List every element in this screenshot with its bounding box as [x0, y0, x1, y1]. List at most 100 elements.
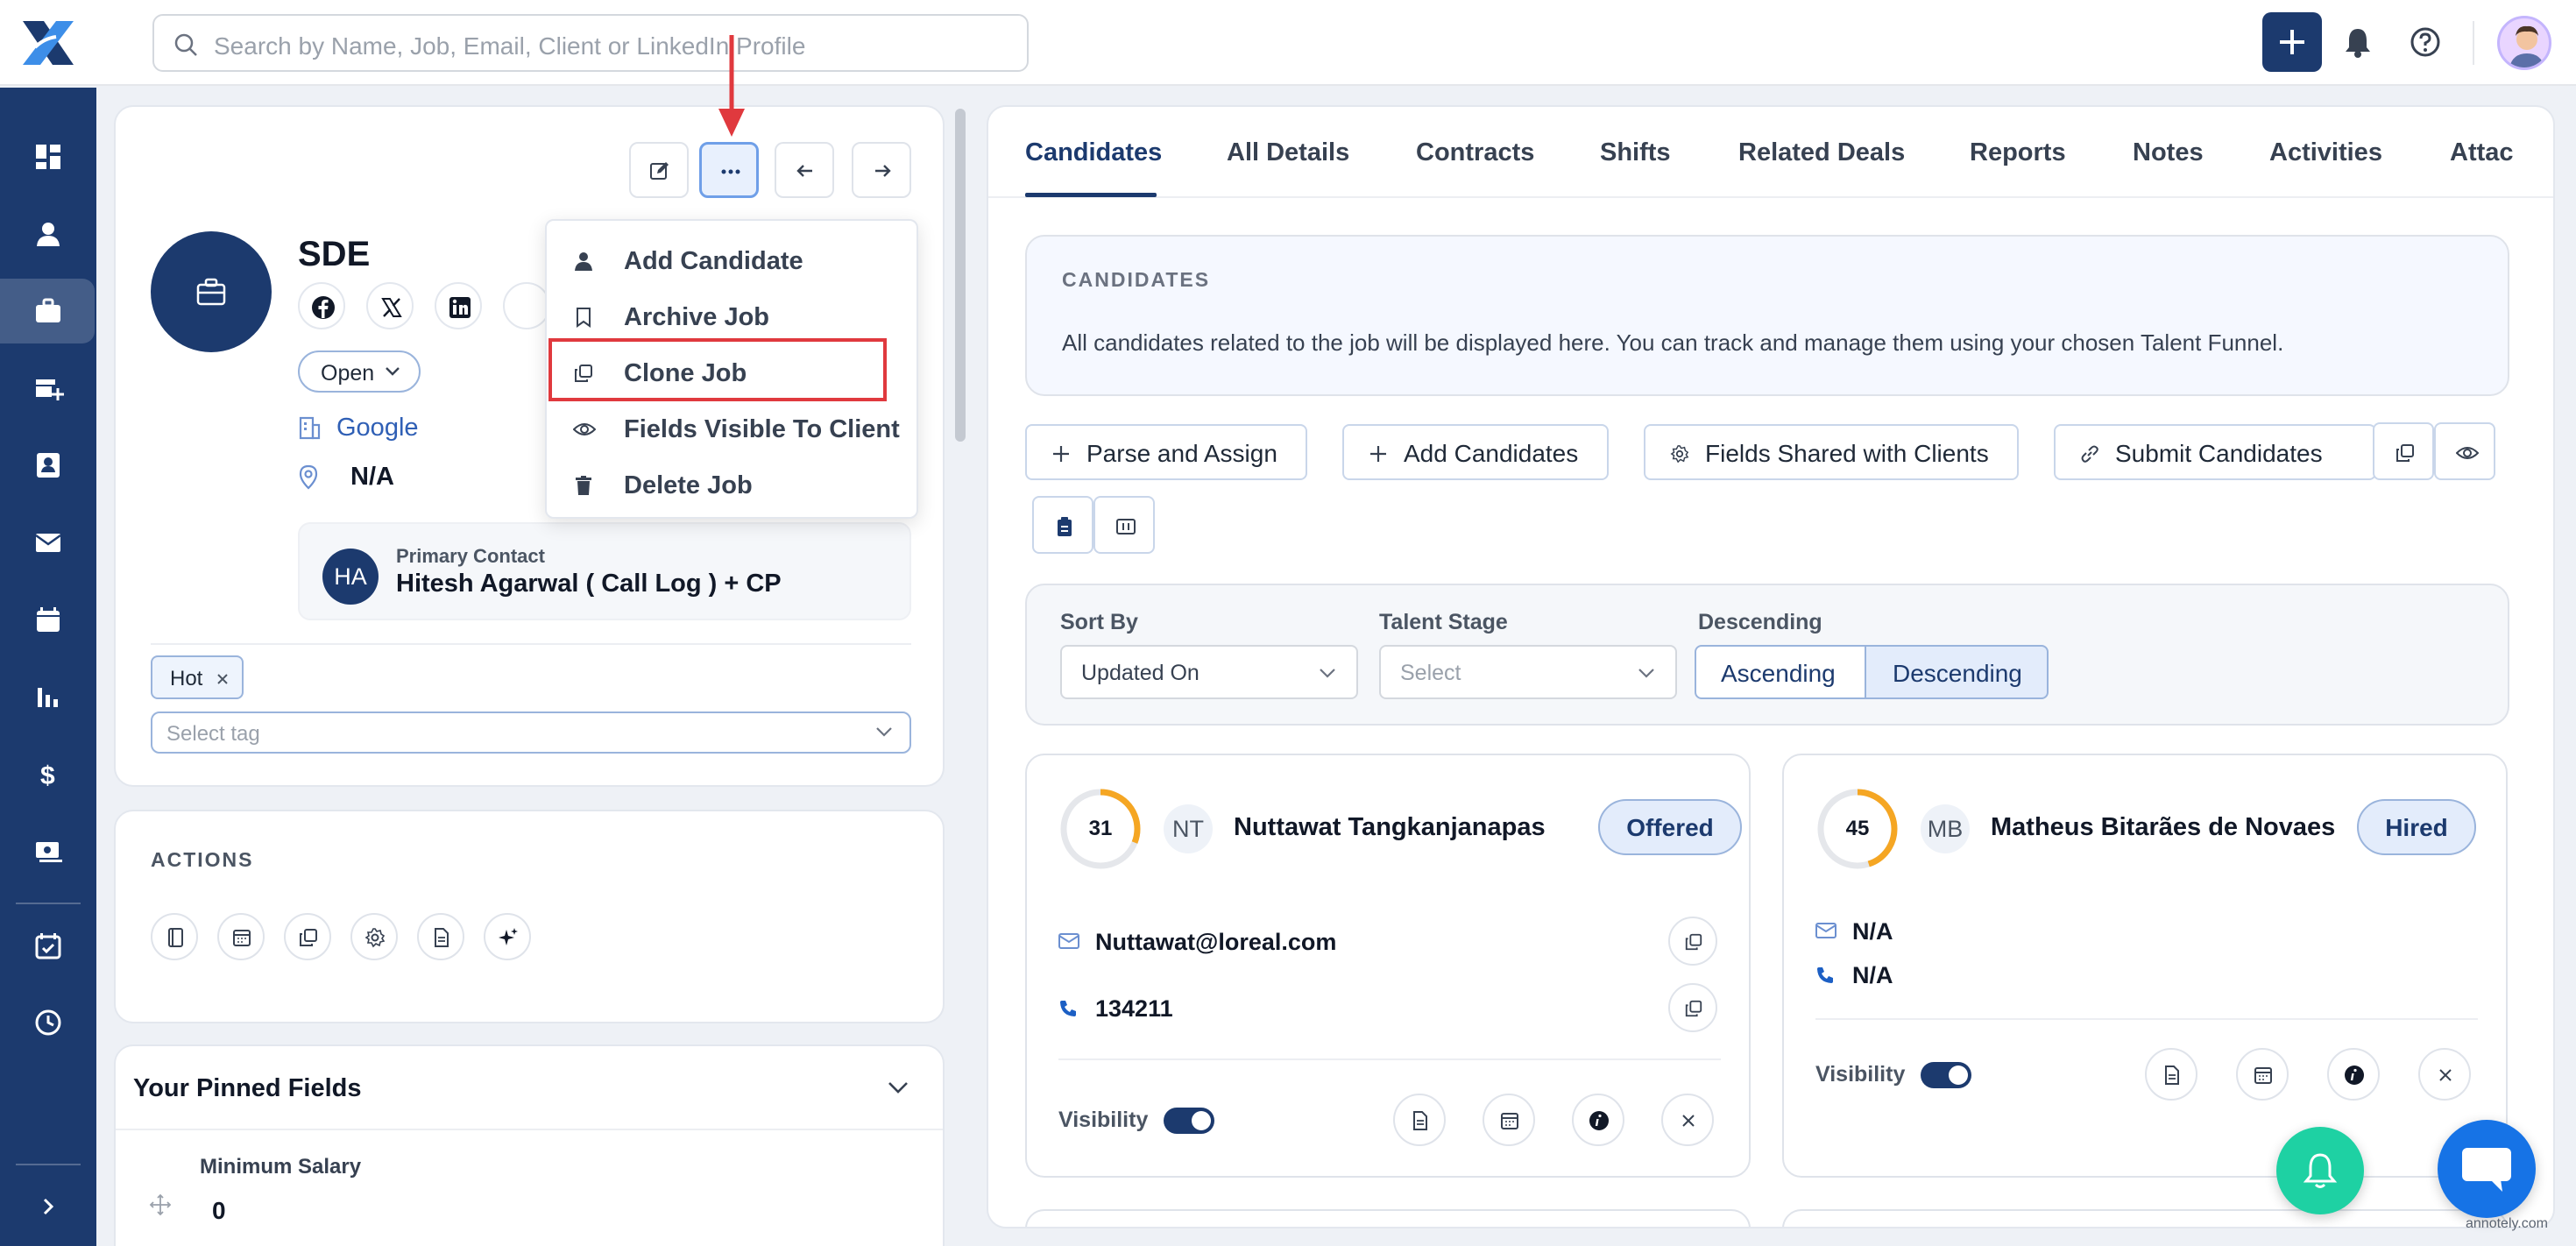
candidate-schedule-button[interactable] [1483, 1094, 1535, 1146]
add-candidates-button[interactable]: Add Candidates [1342, 424, 1609, 480]
action-document-button[interactable] [417, 913, 464, 960]
job-status-value: Open [321, 361, 375, 386]
candidate-document-button[interactable] [2145, 1048, 2197, 1101]
view-candidates-button[interactable] [2434, 422, 2495, 480]
fields-shared-with-clients-button[interactable]: Fields Shared with Clients [1644, 424, 2019, 480]
action-notebook-button[interactable] [151, 913, 198, 960]
candidate-score: 31 [1088, 817, 1113, 840]
tab-reports[interactable]: Reports [1970, 138, 2066, 167]
sidebar-item-deals[interactable] [12, 356, 84, 421]
candidate-status-badge[interactable]: Offered [1598, 799, 1742, 855]
primary-contact-card[interactable]: HA Primary Contact Hitesh Agarwal ( Call… [298, 522, 911, 620]
facebook-link[interactable] [298, 282, 345, 329]
sidebar-item-payments[interactable] [12, 818, 84, 883]
candidate-email[interactable]: Nuttawat@loreal.com [1095, 929, 1336, 956]
action-calendar-button[interactable] [217, 913, 265, 960]
sidebar-item-billing[interactable]: $ [12, 741, 84, 806]
primary-contact-name[interactable]: Hitesh Agarwal ( Call Log ) + CP [396, 570, 782, 598]
linkedin-link[interactable] [435, 282, 482, 329]
candidate-info-button[interactable] [1572, 1094, 1624, 1146]
candidate-card[interactable]: 45 MB Matheus Bitarães de Novaes Hired N… [1782, 754, 2508, 1178]
candidate-remove-button[interactable] [2418, 1048, 2471, 1101]
tab-activities[interactable]: Activities [2269, 138, 2382, 167]
candidate-name[interactable]: Matheus Bitarães de Novaes [1991, 813, 2335, 842]
drag-handle-icon[interactable] [149, 1193, 172, 1216]
left-column-scrollbar[interactable] [955, 109, 966, 442]
sidebar-item-candidates[interactable] [12, 433, 84, 498]
candidate-status-badge[interactable]: Hired [2357, 799, 2476, 855]
sidebar-item-dashboard[interactable] [12, 124, 84, 189]
sidebar-item-contacts[interactable] [12, 202, 84, 266]
tab-related-deals[interactable]: Related Deals [1738, 138, 1905, 167]
candidate-card[interactable] [1782, 1209, 2508, 1227]
talent-stage-select[interactable]: Select [1379, 645, 1677, 699]
visibility-toggle[interactable] [1921, 1062, 1971, 1088]
copy-candidates-button[interactable] [2373, 422, 2434, 480]
job-company-name[interactable]: Google [336, 414, 419, 442]
tab-shifts[interactable]: Shifts [1600, 138, 1671, 167]
action-settings-button[interactable] [350, 913, 398, 960]
tab-notes[interactable]: Notes [2133, 138, 2204, 167]
tag-select-input[interactable]: Select tag [151, 711, 911, 754]
action-ai-sparkle-button[interactable] [484, 913, 531, 960]
menu-item-archive-job[interactable]: Archive Job [547, 291, 916, 343]
visibility-toggle[interactable] [1164, 1108, 1214, 1134]
candidate-card[interactable]: 31 NT Nuttawat Tangkanjanapas Offered Nu… [1025, 754, 1751, 1178]
menu-item-label: Add Candidate [624, 247, 803, 275]
copy-phone-button[interactable] [1668, 983, 1717, 1032]
parse-and-assign-button[interactable]: Parse and Assign [1025, 424, 1307, 480]
sidebar-item-tasks[interactable] [12, 913, 84, 978]
list-view-button[interactable] [1032, 496, 1093, 554]
candidate-schedule-button[interactable] [2236, 1048, 2289, 1101]
tab-attachments[interactable]: Attac [2450, 138, 2514, 167]
sidebar-item-email[interactable] [12, 510, 84, 575]
menu-item-add-candidate[interactable]: Add Candidate [547, 235, 916, 287]
tab-all-details[interactable]: All Details [1227, 138, 1349, 167]
annotely-watermark: annotely.com [2466, 1216, 2548, 1231]
website-link[interactable] [503, 282, 550, 329]
collapse-chevron-icon[interactable] [887, 1080, 909, 1095]
notifications-bell-icon[interactable] [2343, 26, 2373, 58]
job-status-dropdown[interactable]: Open [298, 350, 421, 393]
clipboard-icon [1058, 517, 1072, 536]
sidebar-item-jobs[interactable] [0, 279, 95, 343]
help-icon[interactable] [2410, 26, 2441, 58]
x-twitter-link[interactable] [366, 282, 414, 329]
board-view-button[interactable] [1093, 496, 1155, 554]
floating-chat-button[interactable] [2438, 1120, 2536, 1218]
user-avatar[interactable] [2497, 16, 2551, 70]
next-job-button[interactable] [852, 142, 911, 198]
annotation-arrow-icon [718, 35, 745, 137]
tab-candidates[interactable]: Candidates [1025, 138, 1162, 167]
sparkle-icon [499, 928, 518, 945]
ascending-toggle[interactable]: Ascending [1695, 645, 1866, 699]
menu-item-fields-visible-to-client[interactable]: Fields Visible To Client [547, 403, 916, 456]
sidebar-item-calendar[interactable] [12, 587, 84, 652]
descending-toggle[interactable]: Descending [1865, 645, 2049, 699]
previous-job-button[interactable] [775, 142, 834, 198]
floating-notification-button[interactable] [2276, 1127, 2364, 1214]
candidate-info-button[interactable] [2327, 1048, 2380, 1101]
candidate-phone[interactable]: 134211 [1095, 995, 1173, 1023]
copy-email-button[interactable] [1668, 917, 1717, 966]
button-label: Fields Shared with Clients [1705, 440, 1989, 467]
candidate-remove-button[interactable] [1661, 1094, 1714, 1146]
candidate-card[interactable] [1025, 1209, 1751, 1227]
global-search-input[interactable]: Search by Name, Job, Email, Client or Li… [152, 14, 1029, 72]
tab-contracts[interactable]: Contracts [1416, 138, 1534, 167]
remove-tag-close-icon[interactable] [216, 672, 230, 686]
chevron-down-icon [1320, 669, 1335, 678]
expand-sidebar-chevron-icon[interactable] [35, 1193, 61, 1220]
action-copy-button[interactable] [284, 913, 331, 960]
sidebar-item-history[interactable] [12, 990, 84, 1055]
submit-candidates-button[interactable]: Submit Candidates [2054, 424, 2376, 480]
menu-item-delete-job[interactable]: Delete Job [547, 459, 916, 512]
more-options-button[interactable] [699, 142, 759, 198]
candidate-document-button[interactable] [1393, 1094, 1446, 1146]
create-new-button[interactable] [2262, 12, 2322, 72]
candidate-name[interactable]: Nuttawat Tangkanjanapas [1234, 813, 1546, 842]
app-logo[interactable] [18, 12, 79, 74]
sidebar-item-reports[interactable] [12, 664, 84, 729]
sort-by-select[interactable]: Updated On [1060, 645, 1358, 699]
edit-job-button[interactable] [629, 142, 689, 198]
